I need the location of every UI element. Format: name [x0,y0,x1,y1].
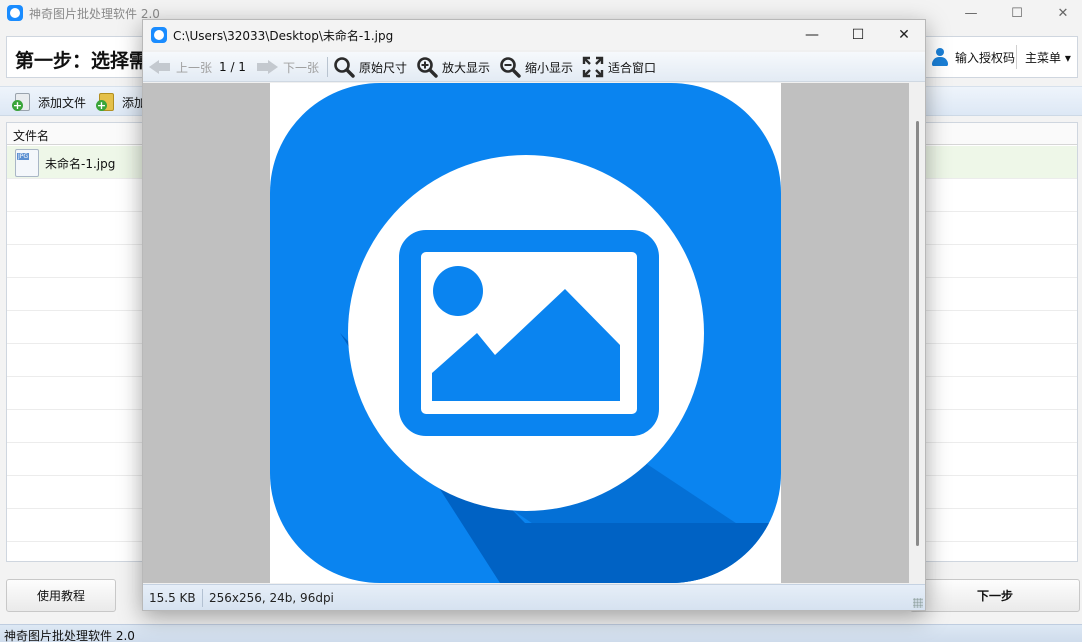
status-bar: 神奇图片批处理软件 2.0 [0,624,1082,642]
next-image-button[interactable]: 下一张 [256,55,319,79]
fit-window-button[interactable]: 适合窗口 [582,55,656,79]
zoom-in-label: 放大显示 [442,60,491,75]
auth-code-button[interactable]: 输入授权码 [925,43,1021,71]
zoom-out-icon [500,57,521,78]
next-image-label: 下一张 [283,60,320,75]
minimize-button[interactable]: — [948,0,994,26]
toolbar-separator [1016,45,1017,69]
user-icon [931,48,949,66]
auth-code-label: 输入授权码 [955,50,1016,65]
image-viewer-window: C:\Users\32033\Desktop\未命名-1.jpg — ☐ ✕ 上… [142,19,926,611]
magnifier-icon [334,57,355,78]
vertical-scrollbar[interactable] [909,83,925,583]
image-info: 256x256, 24b, 96dpi [209,591,334,605]
jpg-file-icon [15,149,39,177]
arrow-right-icon [256,59,278,75]
column-header-filename[interactable]: 文件名 [13,127,49,144]
zoom-in-icon [417,57,438,78]
maximize-button[interactable]: ☐ [994,0,1040,26]
app-title: 神奇图片批处理软件 2.0 [29,6,160,21]
next-step-button[interactable]: 下一步 [910,579,1080,612]
file-size: 15.5 KB [149,591,196,605]
viewer-maximize-button[interactable]: ☐ [835,22,881,48]
add-file-label: 添加文件 [38,95,87,110]
viewer-title-bar: C:\Users\32033\Desktop\未命名-1.jpg — ☐ ✕ [143,20,925,50]
scrollbar-thumb[interactable] [916,121,919,546]
viewer-minimize-button[interactable]: — [789,22,835,48]
viewer-status-bar: 15.5 KB 256x256, 24b, 96dpi [143,584,925,610]
status-text: 神奇图片批处理软件 2.0 [4,629,135,642]
page-indicator: 1 / 1 [219,60,246,74]
viewer-toolbar: 上一张 1 / 1 下一张 原始尺寸 放大显示 缩小显示 适合窗口 [143,52,925,82]
original-size-button[interactable]: 原始尺寸 [333,55,407,79]
viewer-logo-icon [151,27,167,43]
close-button[interactable]: ✕ [1040,0,1082,26]
toolbar-separator [327,57,328,77]
image-picture-icon [270,83,781,583]
tutorial-button[interactable]: 使用教程 [6,579,116,612]
fit-window-icon [582,56,604,78]
add-folder-button[interactable]: 添加 [96,92,146,112]
zoom-in-button[interactable]: 放大显示 [416,55,490,79]
status-separator [202,589,203,607]
viewer-close-button[interactable]: ✕ [881,22,927,48]
resize-grip-icon[interactable] [913,598,923,608]
image-canvas[interactable] [143,83,909,583]
prev-image-label: 上一张 [176,60,213,75]
viewer-title: C:\Users\32033\Desktop\未命名-1.jpg [173,28,394,43]
zoom-out-button[interactable]: 缩小显示 [499,55,573,79]
add-folder-icon [96,92,116,112]
main-menu-button[interactable]: 主菜单 ▾ [1025,43,1071,71]
prev-image-button[interactable]: 上一张 [149,55,212,79]
preview-image [270,83,781,583]
add-file-icon [12,92,32,112]
step-title: 第一步：选择需 [15,50,149,72]
fit-window-label: 适合窗口 [608,60,657,75]
arrow-left-icon [149,59,171,75]
original-size-label: 原始尺寸 [359,60,408,75]
app-logo-icon [7,5,23,21]
file-name: 未命名-1.jpg [45,157,116,171]
add-file-button[interactable]: 添加文件 [12,92,86,112]
zoom-out-label: 缩小显示 [525,60,574,75]
